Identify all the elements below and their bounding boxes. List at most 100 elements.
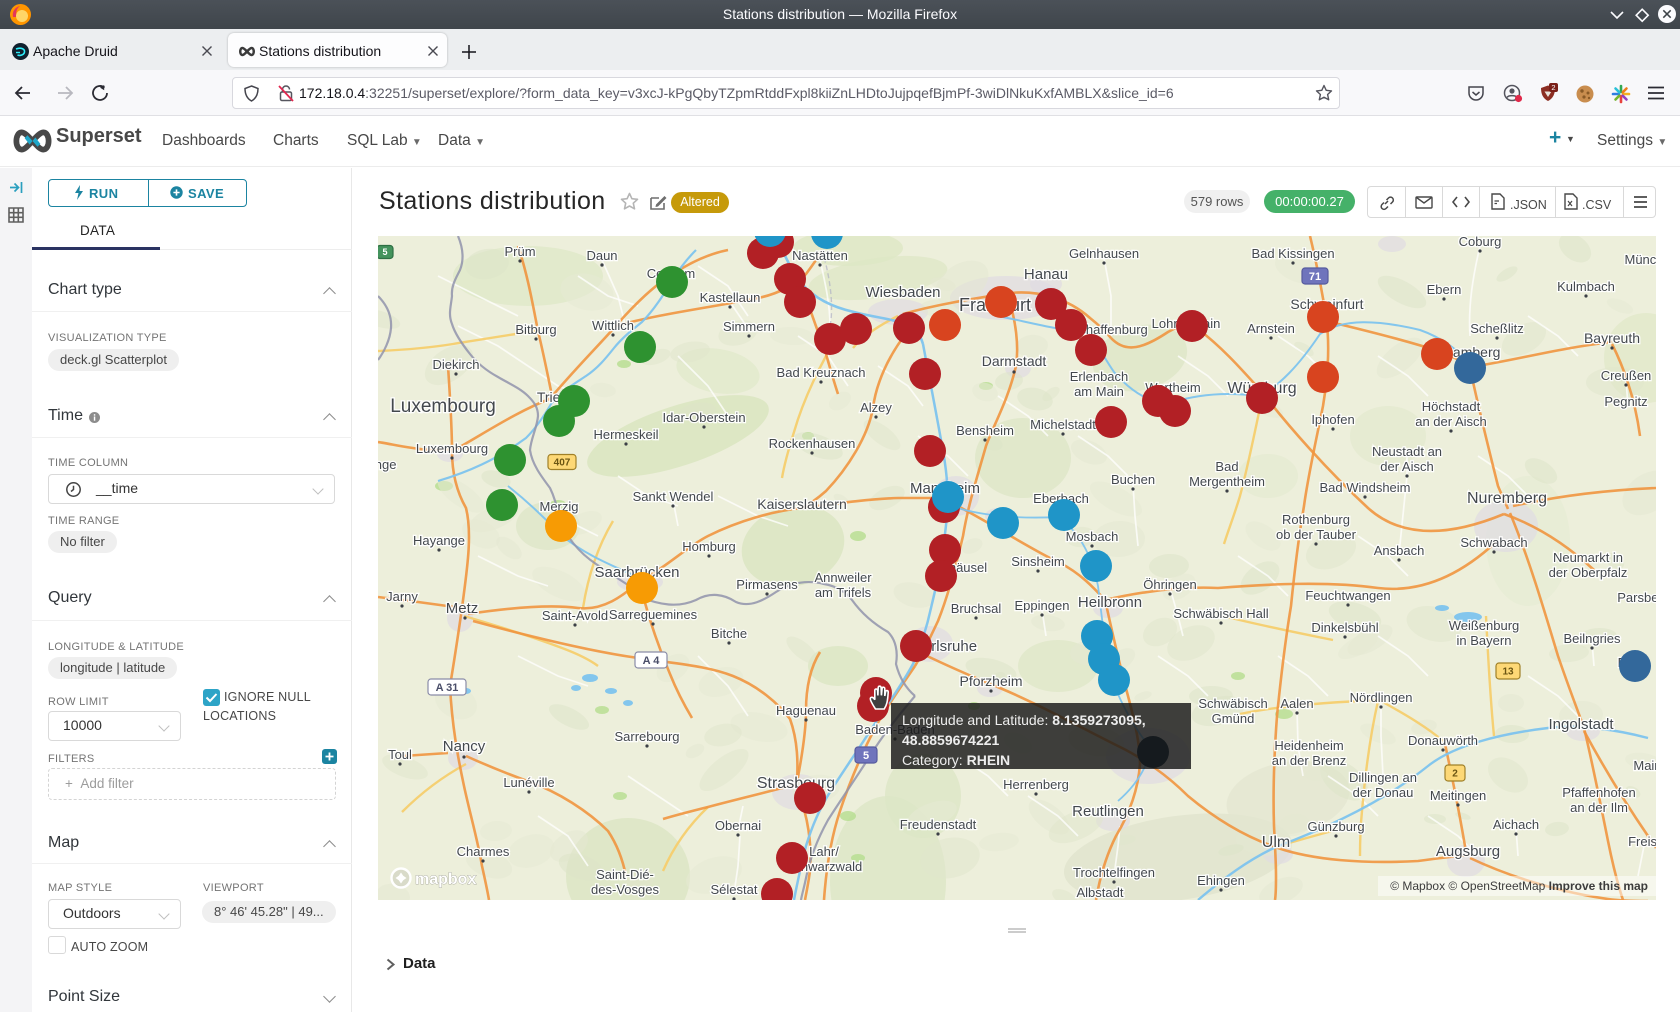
svg-text:Schwäbisch: Schwäbisch (1198, 696, 1267, 711)
svg-text:Bad: Bad (1215, 459, 1238, 474)
svg-text:Aalen: Aalen (1280, 696, 1313, 711)
svg-text:A 4: A 4 (643, 655, 661, 667)
svg-text:Bitburg: Bitburg (515, 322, 556, 337)
svg-text:Bitche: Bitche (711, 626, 747, 641)
svg-text:Mergentheim: Mergentheim (1189, 474, 1265, 489)
svg-text:Gelnhausen: Gelnhausen (1069, 246, 1139, 261)
svg-text:Parsber: Parsber (1617, 590, 1656, 605)
svg-text:Idar-Oberstein: Idar-Oberstein (662, 410, 745, 425)
svg-text:Pegnitz: Pegnitz (1604, 394, 1647, 409)
svg-text:Bad Kreuznach: Bad Kreuznach (777, 365, 866, 380)
svg-text:Freisi: Freisi (1628, 834, 1656, 849)
svg-text:Saint-Dié-: Saint-Dié- (596, 867, 654, 882)
svg-text:Mair: Mair (1633, 758, 1656, 773)
svg-text:Sankt Wendel: Sankt Wendel (633, 489, 714, 504)
svg-text:Münch: Münch (1624, 252, 1656, 267)
svg-text:Coburg: Coburg (1459, 236, 1502, 249)
svg-text:Sarrebourg: Sarrebourg (614, 729, 679, 744)
svg-text:Bruchsal: Bruchsal (951, 601, 1002, 616)
svg-text:Dinkelsbühl: Dinkelsbühl (1311, 620, 1378, 635)
svg-text:Darmstadt: Darmstadt (982, 353, 1047, 369)
svg-text:Schwäbisch Hall: Schwäbisch Hall (1173, 606, 1268, 621)
svg-text:Creußen: Creußen (1601, 368, 1652, 383)
svg-text:der Aisch: der Aisch (1380, 459, 1433, 474)
svg-text:Simmern: Simmern (723, 319, 775, 334)
svg-text:Albstadt: Albstadt (1077, 885, 1124, 900)
svg-text:Feuchtwangen: Feuchtwangen (1305, 588, 1390, 603)
svg-text:Hanau: Hanau (1024, 266, 1068, 283)
svg-text:Toul: Toul (388, 747, 412, 762)
svg-text:Gmünd: Gmünd (1212, 711, 1255, 726)
svg-text:der Donau: der Donau (1353, 785, 1414, 800)
svg-text:Daun: Daun (586, 248, 617, 263)
svg-text:Höchstadt: Höchstadt (1422, 399, 1481, 414)
svg-text:2: 2 (1551, 83, 1555, 92)
svg-text:71: 71 (1309, 271, 1321, 283)
svg-text:Ebern: Ebern (1427, 282, 1462, 297)
svg-text:Charmes: Charmes (457, 844, 510, 859)
svg-text:Nancy: Nancy (443, 738, 486, 755)
svg-text:Hermeskeil: Hermeskeil (593, 427, 658, 442)
svg-text:Alzey: Alzey (860, 400, 892, 415)
svg-text:Meitingen: Meitingen (1430, 788, 1486, 803)
svg-text:Neustadt an: Neustadt an (1372, 444, 1442, 459)
svg-text:Dillingen an: Dillingen an (1349, 770, 1417, 785)
svg-text:Aichach: Aichach (1493, 817, 1539, 832)
svg-text:Rothenburg: Rothenburg (1282, 512, 1350, 527)
svg-text:an der Brenz: an der Brenz (1272, 753, 1346, 768)
svg-text:Weißenburg: Weißenburg (1449, 618, 1520, 633)
svg-text:Trochtelfingen: Trochtelfingen (1073, 865, 1155, 880)
svg-text:Luxembourg: Luxembourg (390, 396, 496, 417)
svg-text:Bad Kissingen: Bad Kissingen (1251, 246, 1334, 261)
svg-text:Prüm: Prüm (504, 244, 535, 259)
svg-text:am Trifels: am Trifels (815, 585, 872, 600)
svg-text:A 31: A 31 (436, 682, 459, 694)
svg-text:Obernai: Obernai (715, 818, 761, 833)
svg-text:Nastätten: Nastätten (792, 248, 848, 263)
svg-text:Kulmbach: Kulmbach (1557, 279, 1615, 294)
svg-text:Augsburg: Augsburg (1436, 843, 1500, 860)
svg-text:Sarreguemines: Sarreguemines (609, 607, 698, 622)
svg-text:Reutlingen: Reutlingen (1072, 803, 1144, 820)
svg-text:ob der Tauber: ob der Tauber (1276, 527, 1357, 542)
svg-text:Metz: Metz (446, 600, 479, 617)
svg-text:Scheßlitz: Scheßlitz (1470, 321, 1523, 336)
svg-text:Bayreuth: Bayreuth (1584, 330, 1640, 346)
svg-text:Freudenstadt: Freudenstadt (900, 817, 977, 832)
svg-text:Homburg: Homburg (682, 539, 735, 554)
svg-text:Annweiler: Annweiler (814, 570, 872, 585)
svg-text:Saint-Avold: Saint-Avold (542, 608, 608, 623)
svg-text:Sélestat: Sélestat (711, 882, 758, 897)
svg-text:Wiesbaden: Wiesbaden (865, 284, 940, 301)
svg-text:13: 13 (1502, 667, 1514, 678)
svg-text:in Bayern: in Bayern (1457, 633, 1512, 648)
svg-text:an der Ilm: an der Ilm (1570, 800, 1628, 815)
svg-text:Öhringen: Öhringen (1143, 577, 1196, 592)
svg-text:Diekirch: Diekirch (433, 357, 480, 372)
svg-text:Arnstein: Arnstein (1247, 321, 1295, 336)
svg-text:Eppingen: Eppingen (1015, 598, 1070, 613)
svg-text:Luxembourg: Luxembourg (416, 441, 488, 456)
svg-text:Sinsheim: Sinsheim (1011, 554, 1064, 569)
svg-text:der Oberpfalz: der Oberpfalz (1549, 565, 1628, 580)
svg-text:Iphofen: Iphofen (1311, 412, 1354, 427)
svg-text:Nuremberg: Nuremberg (1467, 490, 1547, 507)
svg-text:5: 5 (382, 247, 387, 257)
svg-text:Hayange: Hayange (413, 533, 465, 548)
svg-text:Jarny: Jarny (386, 589, 418, 604)
svg-text:Kaiserslautern: Kaiserslautern (757, 496, 847, 512)
svg-text:Lahr/: Lahr/ (809, 844, 839, 859)
svg-text:Nördlingen: Nördlingen (1350, 690, 1413, 705)
svg-text:mapbox: mapbox (415, 871, 476, 888)
svg-text:407: 407 (554, 458, 571, 469)
svg-text:© Mapbox © OpenStreetMap Impro: © Mapbox © OpenStreetMap Improve this ma… (1390, 879, 1648, 893)
svg-text:Ansbach: Ansbach (1374, 543, 1425, 558)
svg-text:2: 2 (1452, 769, 1458, 780)
svg-text:ange: ange (378, 457, 396, 472)
svg-text:Herrenberg: Herrenberg (1003, 777, 1069, 792)
svg-text:Ulm: Ulm (1262, 834, 1290, 851)
svg-text:Heidenheim: Heidenheim (1274, 738, 1343, 753)
svg-text:am Main: am Main (1074, 384, 1124, 399)
svg-text:Schwabach: Schwabach (1460, 535, 1527, 550)
svg-text:Neumarkt in: Neumarkt in (1553, 550, 1623, 565)
